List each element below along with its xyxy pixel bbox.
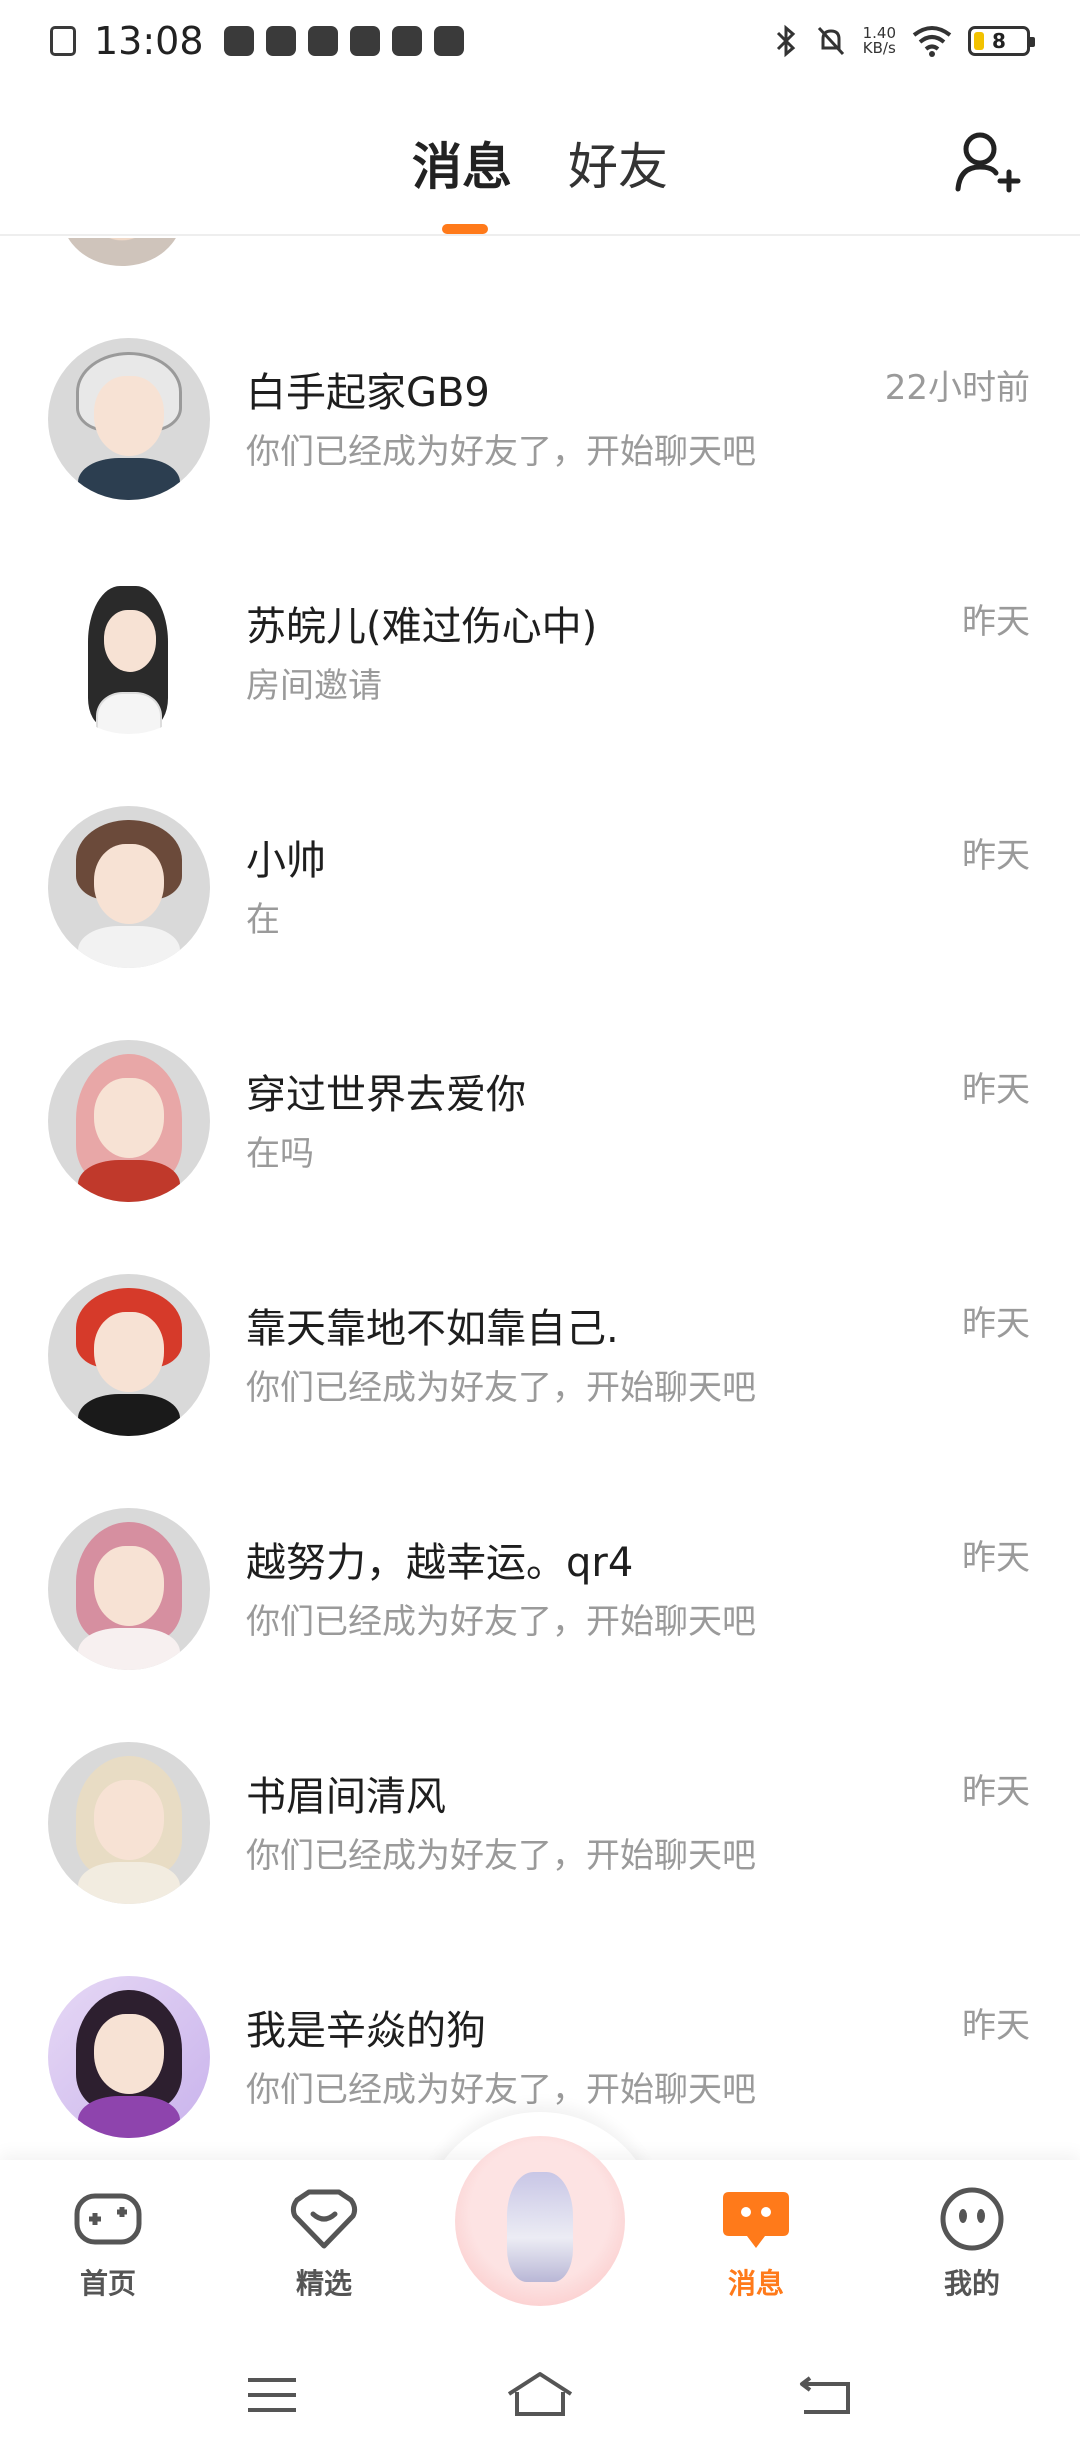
- contact-name: 靠天靠地不如靠自己.: [246, 1306, 619, 1352]
- heart-diamond-icon: [290, 2189, 358, 2249]
- gamepad-icon: [74, 2193, 142, 2245]
- status-time: 13:08: [94, 19, 204, 63]
- message-preview: 房间邀请: [246, 666, 382, 706]
- message-time: 昨天: [962, 1304, 1030, 1344]
- avatar[interactable]: [48, 1976, 210, 2138]
- message-preview: 你们已经成为好友了，开始聊天吧: [246, 1368, 756, 1408]
- message-preview: 你们已经成为好友了，开始聊天吧: [246, 1602, 756, 1642]
- contact-name: 苏皖儿(难过伤心中): [246, 604, 598, 650]
- center-avatar-button[interactable]: [455, 2136, 625, 2306]
- conversation-item[interactable]: 苏皖儿(难过伤心中) 房间邀请 昨天: [0, 472, 1080, 734]
- tab-indicator: [442, 224, 488, 234]
- profile-face-icon: [940, 2187, 1004, 2251]
- contact-name: 小帅: [246, 838, 326, 884]
- conversation-item[interactable]: 我是辛焱的狗 你们已经成为好友了，开始聊天吧 昨天: [0, 1876, 1080, 2138]
- character-figure: [507, 2172, 573, 2282]
- conversation-item[interactable]: 穿过世界去爱你 在吗 昨天: [0, 940, 1080, 1202]
- conversation-item[interactable]: 靠天靠地不如靠自己. 你们已经成为好友了，开始聊天吧 昨天: [0, 1174, 1080, 1436]
- book-app-icon: [433, 26, 464, 56]
- message-time: 22小时前: [884, 368, 1030, 408]
- message-time: 昨天: [962, 1070, 1030, 1110]
- nav-home[interactable]: 首页: [48, 2186, 168, 2302]
- top-header: 消息 好友: [0, 82, 1080, 236]
- message-preview: 你们已经成为好友了，开始聊天吧: [246, 1836, 756, 1876]
- nav-featured-label: 精选: [295, 2267, 352, 2300]
- mail-app-icon: [223, 26, 254, 56]
- bluetooth-icon: [776, 24, 795, 58]
- message-preview: 你们已经成为好友了，开始聊天吧: [246, 432, 756, 472]
- contact-name: 穿过世界去爱你: [246, 1072, 526, 1118]
- message-preview: 你们已经成为好友了，开始聊天吧: [246, 2070, 756, 2110]
- leaf-app-icon: [307, 26, 338, 56]
- message-time: 昨天: [962, 602, 1030, 642]
- nav-messages-label: 消息: [727, 2267, 784, 2300]
- nav-mine[interactable]: 我的: [912, 2186, 1032, 2302]
- message-preview: 在: [246, 900, 280, 940]
- tab-friends[interactable]: 好友: [568, 127, 668, 199]
- nav-featured[interactable]: 精选: [264, 2186, 384, 2302]
- contact-name: 书眉间清风: [246, 1774, 446, 1820]
- conversation-item[interactable]: 小帅 在 昨天: [0, 706, 1080, 968]
- add-friend-icon[interactable]: [952, 127, 1022, 197]
- sim-card-icon: [50, 26, 76, 56]
- message-time: 昨天: [962, 1538, 1030, 1578]
- message-time: 昨天: [962, 1772, 1030, 1812]
- nav-home-label: 首页: [79, 2267, 136, 2300]
- nav-messages[interactable]: 消息: [696, 2186, 816, 2302]
- message-preview: 在吗: [246, 1134, 314, 1174]
- message-time: 昨天: [962, 2006, 1030, 2046]
- wifi-icon: [912, 26, 952, 57]
- tab-messages[interactable]: 消息: [412, 127, 512, 199]
- network-speed: 1.40 KB/s: [862, 24, 896, 57]
- back-icon[interactable]: [796, 2370, 856, 2420]
- menu-icon[interactable]: [242, 2370, 302, 2420]
- message-time: 昨天: [962, 836, 1030, 876]
- message-bubble-icon: [723, 2192, 789, 2248]
- at-app-icon: [349, 26, 380, 56]
- conversation-item[interactable]: 书眉间清风 你们已经成为好友了，开始聊天吧 昨天: [0, 1642, 1080, 1904]
- cloud-app-icon: [391, 26, 422, 56]
- nav-mine-label: 我的: [943, 2267, 1000, 2300]
- contact-name: 越努力，越幸运。qr4: [246, 1540, 634, 1586]
- system-nav-bar: [0, 2330, 1080, 2460]
- conversation-item[interactable]: 越努力，越幸运。qr4 你们已经成为好友了，开始聊天吧 昨天: [0, 1408, 1080, 1670]
- mute-bell-icon: [817, 26, 844, 56]
- video-app-icon: [265, 26, 296, 56]
- battery-icon: 8: [968, 26, 1035, 56]
- home-icon[interactable]: [505, 2370, 575, 2420]
- contact-name: 白手起家GB9: [246, 370, 490, 416]
- conversation-list: 白手起家GB9 你们已经成为好友了，开始聊天吧 22小时前 苏皖儿(难过伤心中)…: [0, 238, 1080, 2168]
- status-bar: 13:08 1.40 KB/s 8: [0, 0, 1080, 82]
- conversation-item[interactable]: 白手起家GB9 你们已经成为好友了，开始聊天吧 22小时前: [0, 238, 1080, 500]
- contact-name: 我是辛焱的狗: [246, 2008, 486, 2054]
